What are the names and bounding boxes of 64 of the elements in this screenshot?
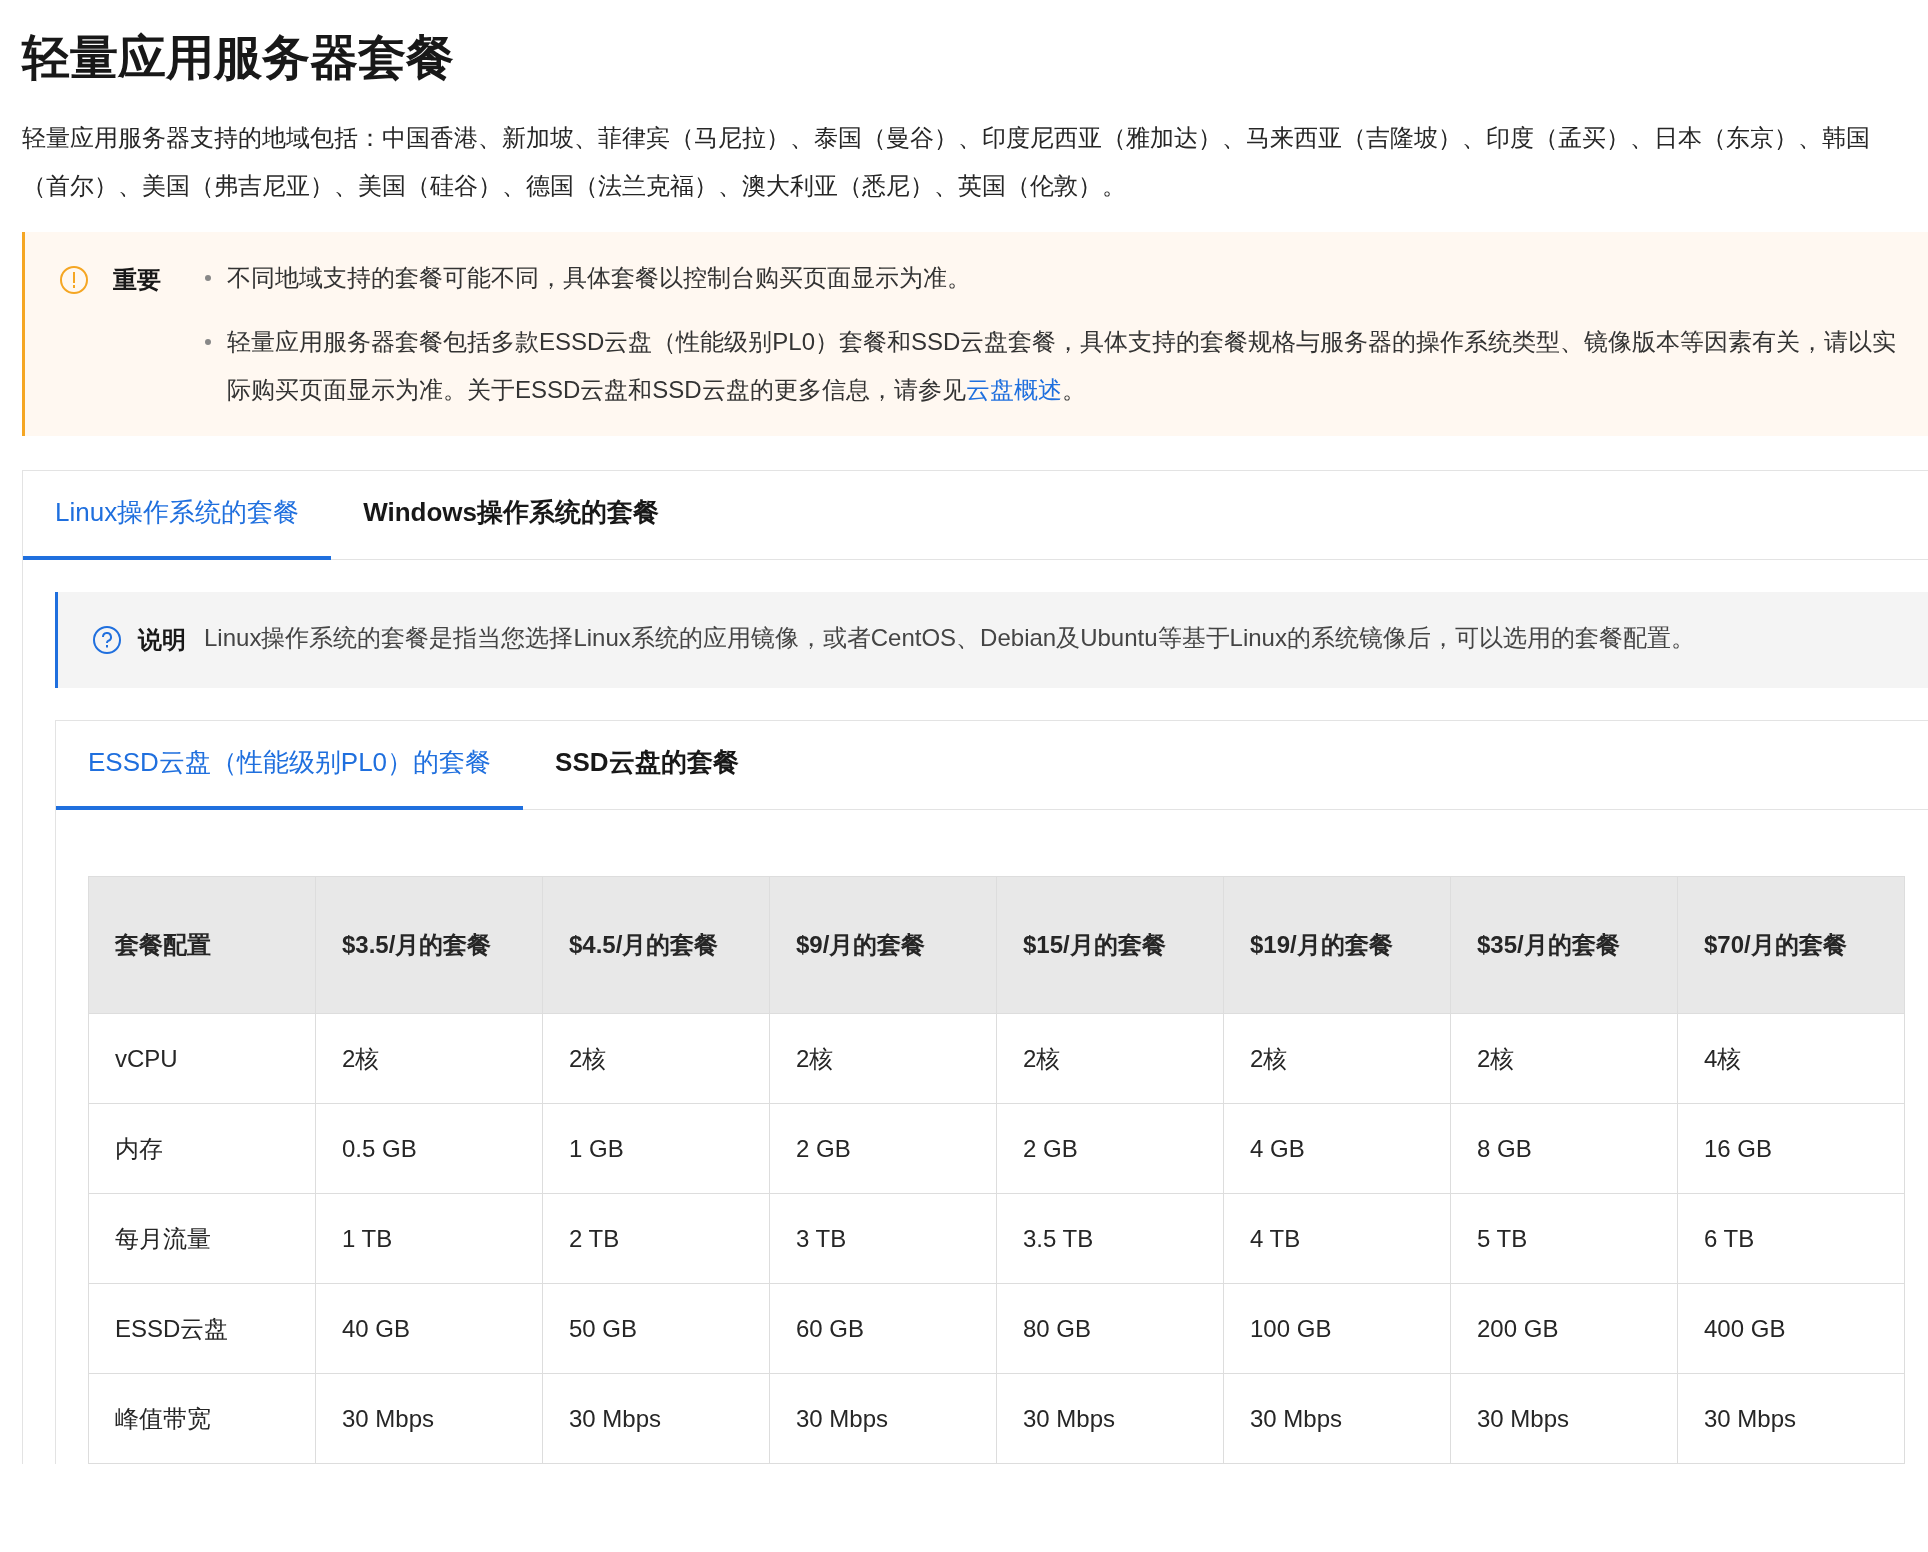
table-cell: 30 Mbps (1223, 1373, 1451, 1464)
table-cell: 2 TB (542, 1193, 770, 1284)
table-cell: 3.5 TB (996, 1193, 1224, 1284)
column-header: $19/月的套餐 (1223, 876, 1451, 1014)
table-cell: 60 GB (769, 1283, 997, 1374)
note-text: Linux操作系统的套餐是指当您选择Linux系统的应用镜像，或者CentOS、Debian及Ubuntu等基于Linux的系统镜像后，可以选用的套餐配置。 (204, 623, 1696, 653)
table-cell: 5 TB (1450, 1193, 1678, 1284)
table-cell: 0.5 GB (315, 1103, 543, 1194)
table-cell: 200 GB (1450, 1283, 1678, 1374)
table-cell: 4 GB (1223, 1103, 1451, 1194)
table-cell: 内存 (88, 1103, 316, 1194)
table-cell: 4 TB (1223, 1193, 1451, 1284)
warning-icon (59, 265, 89, 295)
table-cell: 30 Mbps (769, 1373, 997, 1464)
table-cell: 30 Mbps (542, 1373, 770, 1464)
table-cell: 2核 (1450, 1013, 1678, 1104)
tab[interactable]: Linux操作系统的套餐 (23, 471, 332, 560)
table-cell: 400 GB (1677, 1283, 1905, 1374)
table-cell: 1 TB (315, 1193, 543, 1284)
table-cell: 2核 (996, 1013, 1224, 1104)
table-cell: 6 TB (1677, 1193, 1905, 1284)
table-cell: 30 Mbps (996, 1373, 1224, 1464)
note-label: 说明 (138, 625, 186, 655)
column-header: 套餐配置 (88, 876, 316, 1014)
table-cell: 2核 (542, 1013, 770, 1104)
page-title: 轻量应用服务器套餐 (22, 30, 455, 86)
table-cell: 3 TB (769, 1193, 997, 1284)
table-cell: 100 GB (1223, 1283, 1451, 1374)
table-cell: 4核 (1677, 1013, 1905, 1104)
tab[interactable]: Windows操作系统的套餐 (331, 471, 692, 560)
help-icon (92, 625, 122, 655)
table-cell: 每月流量 (88, 1193, 316, 1284)
link[interactable]: 云盘概述 (965, 376, 1062, 403)
tab[interactable]: SSD云盘的套餐 (523, 721, 771, 810)
table-cell: 2 GB (996, 1103, 1224, 1194)
table-cell: ESSD云盘 (88, 1283, 316, 1374)
tab[interactable]: ESSD云盘（性能级别PL0）的套餐 (56, 721, 524, 810)
table-cell: 30 Mbps (1677, 1373, 1905, 1464)
table-cell: 2 GB (769, 1103, 997, 1194)
table-cell: 1 GB (542, 1103, 770, 1194)
table-cell: 30 Mbps (1450, 1373, 1678, 1464)
table-cell: 8 GB (1450, 1103, 1678, 1194)
table-cell: 2核 (1223, 1013, 1451, 1104)
column-header: $70/月的套餐 (1677, 876, 1905, 1014)
table-cell: 峰值带宽 (88, 1373, 316, 1464)
table-cell: 50 GB (542, 1283, 770, 1374)
table-cell: 2核 (315, 1013, 543, 1104)
table-cell: 40 GB (315, 1283, 543, 1374)
bullet-icon (205, 275, 211, 281)
notice-label: 重要 (113, 265, 161, 295)
notice-text: 轻量应用服务器套餐包括多款ESSD云盘（性能级别PL0）套餐和SSD云盘套餐，具体支持的套餐规格与服务器的操作系统类型、镜像版本等因素有关，请以实际购买页面显示为准。关于ESSD云盘和SSD云盘的更多信息，请参见云盘概述。 (227, 327, 1898, 405)
column-header: $35/月的套餐 (1450, 876, 1678, 1014)
intro-paragraph: 轻量应用服务器支持的地域包括：中国香港、新加坡、菲律宾（马尼拉）、泰国（曼谷）、印度尼西亚（雅加达）、马来西亚（吉隆坡）、印度（孟买）、日本（东京）、韩国（首尔）、美国（弗吉尼亚）、美国（硅谷）、德国（法兰克福）、澳大利亚（悉尼）、英国（伦敦）。 (22, 123, 1871, 201)
column-header: $9/月的套餐 (769, 876, 997, 1014)
column-header: $4.5/月的套餐 (542, 876, 770, 1014)
column-header: $15/月的套餐 (996, 876, 1224, 1014)
table-cell: 30 Mbps (315, 1373, 543, 1464)
table-cell: vCPU (88, 1013, 316, 1104)
table-cell: 16 GB (1677, 1103, 1905, 1194)
bullet-icon (205, 339, 211, 345)
table-cell: 80 GB (996, 1283, 1224, 1374)
column-header: $3.5/月的套餐 (315, 876, 543, 1014)
table-cell: 2核 (769, 1013, 997, 1104)
notice-text: 不同地域支持的套餐可能不同，具体套餐以控制台购买页面显示为准。 (227, 263, 971, 293)
